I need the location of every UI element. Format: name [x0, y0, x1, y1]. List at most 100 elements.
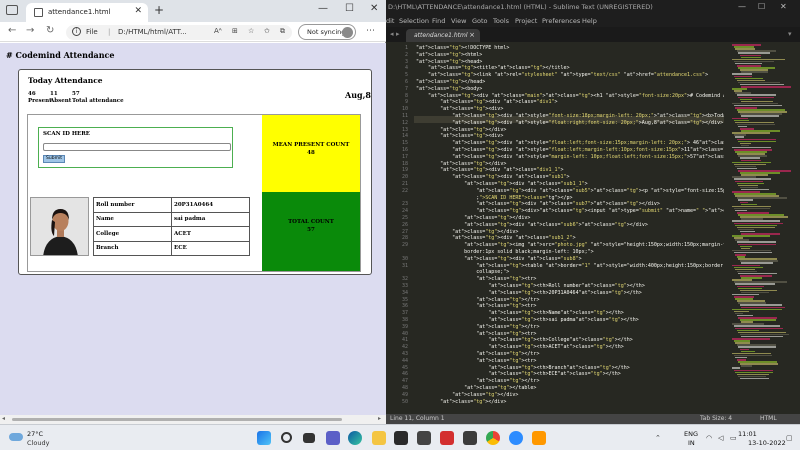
start-icon[interactable]: [257, 431, 271, 445]
app-icon[interactable]: [417, 431, 431, 445]
tab-dropdown-icon[interactable]: ▾: [788, 30, 792, 38]
file-explorer-icon[interactable]: [372, 431, 386, 445]
code-line: border:1px solid black;margin-left: 10px…: [416, 249, 594, 255]
store-icon[interactable]: [394, 431, 408, 445]
close-window-button[interactable]: ✕: [370, 3, 378, 14]
code-line: "at">class="tg"><div "at">class="div1">: [440, 99, 558, 106]
chevron-up-icon[interactable]: ⌃: [655, 434, 661, 442]
sublime-window: D:\HTML\ATTENDANCE\attendance1.html (HTM…: [386, 0, 800, 424]
line-number: 39: [401, 323, 408, 330]
tab-scroll-right-icon[interactable]: ▸: [396, 30, 400, 38]
menu-tools[interactable]: Tools: [493, 17, 509, 25]
chat-icon[interactable]: [326, 431, 340, 445]
cloud-icon[interactable]: [9, 433, 23, 441]
attendance-panel: SCAN ID HERE Submit Roll number 20P31A04…: [27, 114, 361, 272]
notifications-icon[interactable]: ▢: [786, 434, 793, 442]
menu-edit[interactable]: dit: [386, 17, 394, 25]
syntax-mode[interactable]: HTML: [760, 415, 777, 422]
line-number: 41: [401, 337, 408, 344]
code-line: "at">class="tg"><html>: [416, 51, 483, 58]
url-text[interactable]: D:/HTML/html/ATT...: [118, 28, 187, 36]
menu-find[interactable]: Find: [432, 17, 445, 25]
code-line: "at">class="tg"></tr>: [476, 296, 540, 303]
tab-size[interactable]: Tab Size: 4: [700, 415, 732, 422]
volume-icon[interactable]: ◁: [718, 434, 723, 442]
editor-tab[interactable]: attendance1.html ×: [406, 29, 480, 42]
task-view-icon[interactable]: [303, 433, 315, 443]
scrollbar-thumb[interactable]: [12, 418, 342, 421]
close-tab-icon[interactable]: ✕: [134, 6, 142, 16]
code-editor[interactable]: "at">class="tg"><!DOCTYPE html> "at">clas…: [414, 42, 724, 414]
weather-condition[interactable]: Cloudy: [27, 439, 49, 447]
search-icon[interactable]: [281, 432, 292, 443]
menu-goto[interactable]: Goto: [472, 17, 488, 25]
collections-icon[interactable]: ⧉: [280, 27, 285, 36]
menu-project[interactable]: Project: [515, 17, 537, 25]
menu-preferences[interactable]: Preferences: [542, 17, 580, 25]
clock-time[interactable]: 11:01: [738, 430, 757, 438]
maximize-button[interactable]: ☐: [345, 3, 354, 14]
reader-icon[interactable]: ⊞: [232, 27, 238, 35]
zoom-icon[interactable]: [509, 431, 523, 445]
sublime-text-icon[interactable]: [532, 431, 546, 445]
code-line: "at">class="tg"><div>"at">class="tg"><in…: [476, 208, 724, 215]
line-number: 38: [401, 317, 408, 323]
menu-view[interactable]: View: [451, 17, 466, 25]
scan-id-input[interactable]: [43, 143, 231, 151]
line-number: 47: [401, 378, 408, 385]
code-line: "at">class="tg"><div "at">style="float:r…: [452, 119, 724, 126]
wifi-icon[interactable]: ◠: [706, 434, 712, 442]
close-window-button[interactable]: ✕: [780, 2, 787, 11]
attendance-card: Today Attendance Aug,8 46 Present 11 Abs…: [18, 69, 372, 275]
clock-date[interactable]: 13-10-2022: [748, 439, 786, 447]
new-tab-button[interactable]: +: [154, 3, 164, 17]
browser-tab-bar: attendance1.html ✕ + — ☐ ✕: [0, 0, 386, 22]
favorites-list-icon[interactable]: ✩: [264, 27, 270, 35]
browser-tab[interactable]: attendance1.html ✕: [26, 3, 148, 22]
back-button[interactable]: ←: [8, 25, 16, 36]
minimap[interactable]: [730, 42, 792, 414]
line-number: 24: [401, 208, 408, 215]
forward-button[interactable]: →: [26, 25, 34, 36]
scroll-right-icon[interactable]: ▸: [378, 415, 381, 422]
maximize-button[interactable]: ☐: [758, 2, 765, 11]
app-icon[interactable]: [463, 431, 477, 445]
favorite-icon[interactable]: ☆: [248, 27, 254, 35]
battery-icon[interactable]: ▭: [730, 434, 737, 442]
present-count: 46: [28, 91, 36, 97]
minimize-button[interactable]: —: [318, 3, 328, 14]
code-line: "at">class="tg"><th>ECE"at">class="tg"><…: [488, 371, 621, 378]
table-row: Name sai padma: [93, 211, 250, 227]
tab-scroll-left-icon[interactable]: ◂: [390, 30, 394, 38]
menu-help[interactable]: Help: [582, 17, 597, 25]
refresh-button[interactable]: ↻: [46, 25, 54, 36]
code-line: "at">class="tg"><div "at">class="sub1">: [452, 174, 570, 181]
horizontal-scrollbar[interactable]: ◂ ▸: [0, 415, 386, 424]
read-aloud-icon[interactable]: Aᴬ: [214, 27, 222, 35]
profile-sync-button[interactable]: Not syncing: [298, 24, 356, 40]
info-icon[interactable]: i: [72, 27, 81, 36]
code-line: "at">class="tg"><div>: [440, 106, 504, 113]
scroll-left-icon[interactable]: ◂: [2, 415, 5, 422]
code-line: "at">class="tg"><div "at">class="sub7">"…: [476, 201, 660, 208]
language-label[interactable]: ENG: [684, 430, 698, 438]
separator: |: [108, 28, 111, 36]
mcafee-icon[interactable]: [440, 431, 454, 445]
minimize-button[interactable]: —: [738, 2, 746, 11]
line-number: 25: [401, 215, 408, 221]
sync-label: Not syncing: [307, 28, 346, 36]
chrome-icon[interactable]: [486, 431, 500, 445]
menu-selection[interactable]: Selection: [399, 17, 429, 25]
submit-button[interactable]: Submit: [43, 155, 65, 163]
close-tab-icon[interactable]: ×: [469, 31, 475, 39]
region-label[interactable]: IN: [688, 439, 695, 447]
edge-icon[interactable]: [348, 431, 362, 445]
tab-actions-icon[interactable]: [6, 5, 18, 15]
weather-temperature[interactable]: 27°C: [27, 430, 43, 438]
table-row: Branch ECE: [93, 240, 250, 256]
more-options-icon[interactable]: ⋯: [366, 26, 375, 36]
window-title: D:\HTML\ATTENDANCE\attendance1.html (HTM…: [388, 3, 653, 11]
mean-present-panel: MEAN PRESENT COUNT 48: [262, 115, 360, 192]
address-bar[interactable]: i File | D:/HTML/html/ATT... Aᴬ ⊞ ☆ ✩ ⧉: [66, 25, 292, 40]
code-line: "at">class="tg"><th>sai padma"at">class=…: [488, 317, 639, 323]
